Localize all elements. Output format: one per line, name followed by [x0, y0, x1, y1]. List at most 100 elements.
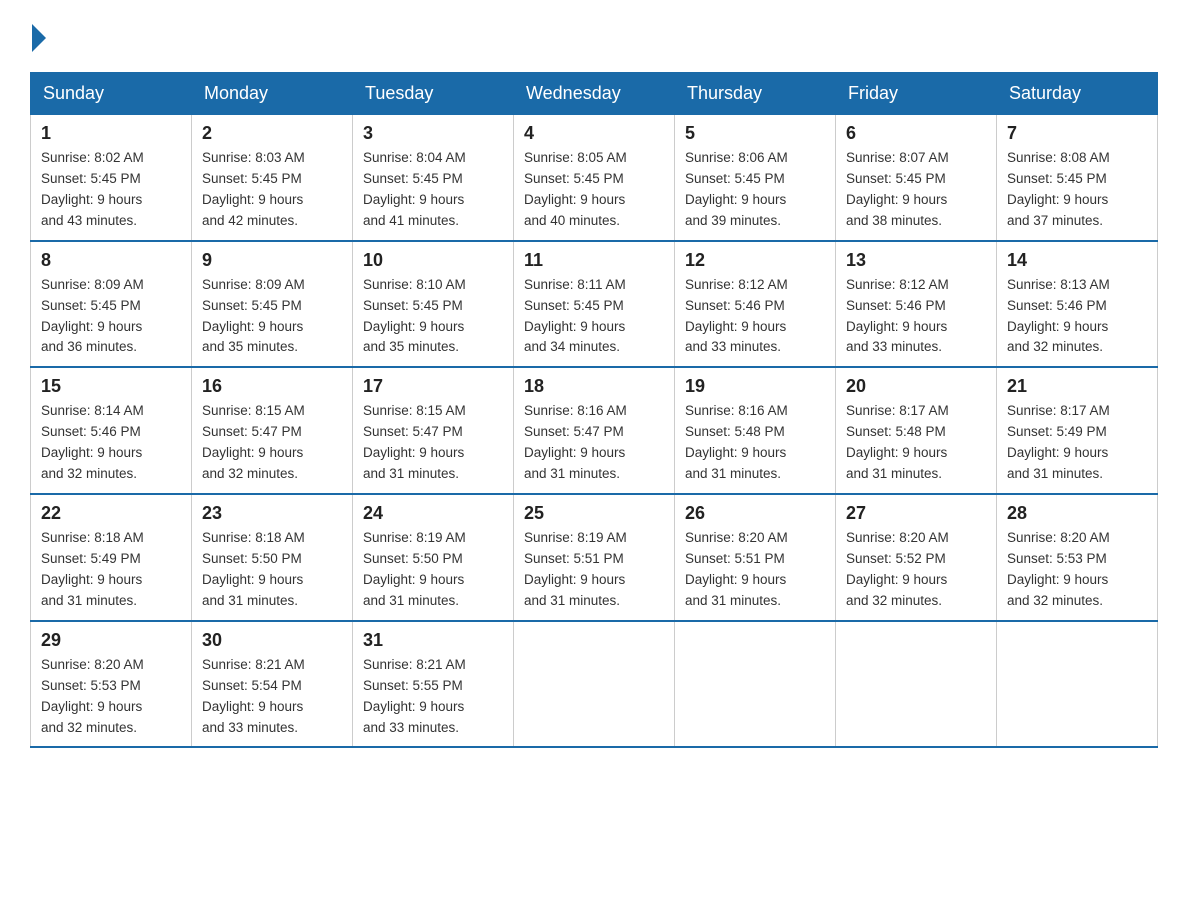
day-info: Sunrise: 8:02 AM Sunset: 5:45 PM Dayligh… [41, 148, 181, 232]
day-cell [997, 621, 1158, 748]
day-info: Sunrise: 8:03 AM Sunset: 5:45 PM Dayligh… [202, 148, 342, 232]
day-cell: 6 Sunrise: 8:07 AM Sunset: 5:45 PM Dayli… [836, 115, 997, 241]
day-number: 8 [41, 250, 181, 271]
day-cell: 22 Sunrise: 8:18 AM Sunset: 5:49 PM Dayl… [31, 494, 192, 621]
day-number: 24 [363, 503, 503, 524]
day-info: Sunrise: 8:08 AM Sunset: 5:45 PM Dayligh… [1007, 148, 1147, 232]
day-number: 30 [202, 630, 342, 651]
day-cell: 19 Sunrise: 8:16 AM Sunset: 5:48 PM Dayl… [675, 367, 836, 494]
week-row-1: 1 Sunrise: 8:02 AM Sunset: 5:45 PM Dayli… [31, 115, 1158, 241]
day-number: 10 [363, 250, 503, 271]
day-number: 11 [524, 250, 664, 271]
day-cell: 3 Sunrise: 8:04 AM Sunset: 5:45 PM Dayli… [353, 115, 514, 241]
day-info: Sunrise: 8:09 AM Sunset: 5:45 PM Dayligh… [41, 275, 181, 359]
weekday-header-thursday: Thursday [675, 73, 836, 115]
day-cell: 25 Sunrise: 8:19 AM Sunset: 5:51 PM Dayl… [514, 494, 675, 621]
day-info: Sunrise: 8:21 AM Sunset: 5:55 PM Dayligh… [363, 655, 503, 739]
week-row-2: 8 Sunrise: 8:09 AM Sunset: 5:45 PM Dayli… [31, 241, 1158, 368]
day-info: Sunrise: 8:18 AM Sunset: 5:49 PM Dayligh… [41, 528, 181, 612]
day-info: Sunrise: 8:13 AM Sunset: 5:46 PM Dayligh… [1007, 275, 1147, 359]
day-cell: 17 Sunrise: 8:15 AM Sunset: 5:47 PM Dayl… [353, 367, 514, 494]
day-number: 23 [202, 503, 342, 524]
day-cell: 10 Sunrise: 8:10 AM Sunset: 5:45 PM Dayl… [353, 241, 514, 368]
day-number: 15 [41, 376, 181, 397]
day-info: Sunrise: 8:16 AM Sunset: 5:47 PM Dayligh… [524, 401, 664, 485]
day-cell: 27 Sunrise: 8:20 AM Sunset: 5:52 PM Dayl… [836, 494, 997, 621]
day-info: Sunrise: 8:20 AM Sunset: 5:53 PM Dayligh… [1007, 528, 1147, 612]
day-cell: 26 Sunrise: 8:20 AM Sunset: 5:51 PM Dayl… [675, 494, 836, 621]
day-info: Sunrise: 8:20 AM Sunset: 5:53 PM Dayligh… [41, 655, 181, 739]
day-number: 29 [41, 630, 181, 651]
day-info: Sunrise: 8:12 AM Sunset: 5:46 PM Dayligh… [846, 275, 986, 359]
week-row-3: 15 Sunrise: 8:14 AM Sunset: 5:46 PM Dayl… [31, 367, 1158, 494]
logo [30, 30, 46, 52]
day-number: 21 [1007, 376, 1147, 397]
day-cell: 15 Sunrise: 8:14 AM Sunset: 5:46 PM Dayl… [31, 367, 192, 494]
day-cell: 4 Sunrise: 8:05 AM Sunset: 5:45 PM Dayli… [514, 115, 675, 241]
day-info: Sunrise: 8:05 AM Sunset: 5:45 PM Dayligh… [524, 148, 664, 232]
day-number: 22 [41, 503, 181, 524]
day-info: Sunrise: 8:06 AM Sunset: 5:45 PM Dayligh… [685, 148, 825, 232]
day-cell: 8 Sunrise: 8:09 AM Sunset: 5:45 PM Dayli… [31, 241, 192, 368]
weekday-header-row: SundayMondayTuesdayWednesdayThursdayFrid… [31, 73, 1158, 115]
day-number: 20 [846, 376, 986, 397]
day-number: 25 [524, 503, 664, 524]
day-number: 31 [363, 630, 503, 651]
day-number: 17 [363, 376, 503, 397]
weekday-header-monday: Monday [192, 73, 353, 115]
weekday-header-sunday: Sunday [31, 73, 192, 115]
day-cell [514, 621, 675, 748]
day-cell: 16 Sunrise: 8:15 AM Sunset: 5:47 PM Dayl… [192, 367, 353, 494]
day-cell: 5 Sunrise: 8:06 AM Sunset: 5:45 PM Dayli… [675, 115, 836, 241]
day-cell: 24 Sunrise: 8:19 AM Sunset: 5:50 PM Dayl… [353, 494, 514, 621]
day-info: Sunrise: 8:15 AM Sunset: 5:47 PM Dayligh… [202, 401, 342, 485]
day-cell: 12 Sunrise: 8:12 AM Sunset: 5:46 PM Dayl… [675, 241, 836, 368]
day-info: Sunrise: 8:19 AM Sunset: 5:50 PM Dayligh… [363, 528, 503, 612]
day-cell: 20 Sunrise: 8:17 AM Sunset: 5:48 PM Dayl… [836, 367, 997, 494]
calendar-table: SundayMondayTuesdayWednesdayThursdayFrid… [30, 72, 1158, 748]
day-cell: 2 Sunrise: 8:03 AM Sunset: 5:45 PM Dayli… [192, 115, 353, 241]
day-number: 4 [524, 123, 664, 144]
day-cell [836, 621, 997, 748]
day-number: 27 [846, 503, 986, 524]
day-info: Sunrise: 8:07 AM Sunset: 5:45 PM Dayligh… [846, 148, 986, 232]
day-number: 16 [202, 376, 342, 397]
day-info: Sunrise: 8:16 AM Sunset: 5:48 PM Dayligh… [685, 401, 825, 485]
day-cell: 29 Sunrise: 8:20 AM Sunset: 5:53 PM Dayl… [31, 621, 192, 748]
weekday-header-tuesday: Tuesday [353, 73, 514, 115]
week-row-4: 22 Sunrise: 8:18 AM Sunset: 5:49 PM Dayl… [31, 494, 1158, 621]
day-number: 7 [1007, 123, 1147, 144]
weekday-header-wednesday: Wednesday [514, 73, 675, 115]
day-info: Sunrise: 8:14 AM Sunset: 5:46 PM Dayligh… [41, 401, 181, 485]
day-cell: 30 Sunrise: 8:21 AM Sunset: 5:54 PM Dayl… [192, 621, 353, 748]
day-info: Sunrise: 8:11 AM Sunset: 5:45 PM Dayligh… [524, 275, 664, 359]
day-cell: 11 Sunrise: 8:11 AM Sunset: 5:45 PM Dayl… [514, 241, 675, 368]
day-info: Sunrise: 8:21 AM Sunset: 5:54 PM Dayligh… [202, 655, 342, 739]
day-number: 3 [363, 123, 503, 144]
weekday-header-friday: Friday [836, 73, 997, 115]
day-cell: 13 Sunrise: 8:12 AM Sunset: 5:46 PM Dayl… [836, 241, 997, 368]
day-cell: 23 Sunrise: 8:18 AM Sunset: 5:50 PM Dayl… [192, 494, 353, 621]
page-header [30, 30, 1158, 52]
day-info: Sunrise: 8:20 AM Sunset: 5:51 PM Dayligh… [685, 528, 825, 612]
day-number: 6 [846, 123, 986, 144]
day-number: 13 [846, 250, 986, 271]
logo-triangle-icon [32, 24, 46, 52]
day-cell: 14 Sunrise: 8:13 AM Sunset: 5:46 PM Dayl… [997, 241, 1158, 368]
day-cell [675, 621, 836, 748]
day-number: 26 [685, 503, 825, 524]
day-info: Sunrise: 8:19 AM Sunset: 5:51 PM Dayligh… [524, 528, 664, 612]
day-number: 18 [524, 376, 664, 397]
day-info: Sunrise: 8:04 AM Sunset: 5:45 PM Dayligh… [363, 148, 503, 232]
day-number: 9 [202, 250, 342, 271]
day-number: 5 [685, 123, 825, 144]
weekday-header-saturday: Saturday [997, 73, 1158, 115]
day-number: 2 [202, 123, 342, 144]
day-cell: 28 Sunrise: 8:20 AM Sunset: 5:53 PM Dayl… [997, 494, 1158, 621]
day-cell: 31 Sunrise: 8:21 AM Sunset: 5:55 PM Dayl… [353, 621, 514, 748]
day-info: Sunrise: 8:17 AM Sunset: 5:48 PM Dayligh… [846, 401, 986, 485]
day-cell: 7 Sunrise: 8:08 AM Sunset: 5:45 PM Dayli… [997, 115, 1158, 241]
day-info: Sunrise: 8:15 AM Sunset: 5:47 PM Dayligh… [363, 401, 503, 485]
day-cell: 9 Sunrise: 8:09 AM Sunset: 5:45 PM Dayli… [192, 241, 353, 368]
day-info: Sunrise: 8:12 AM Sunset: 5:46 PM Dayligh… [685, 275, 825, 359]
